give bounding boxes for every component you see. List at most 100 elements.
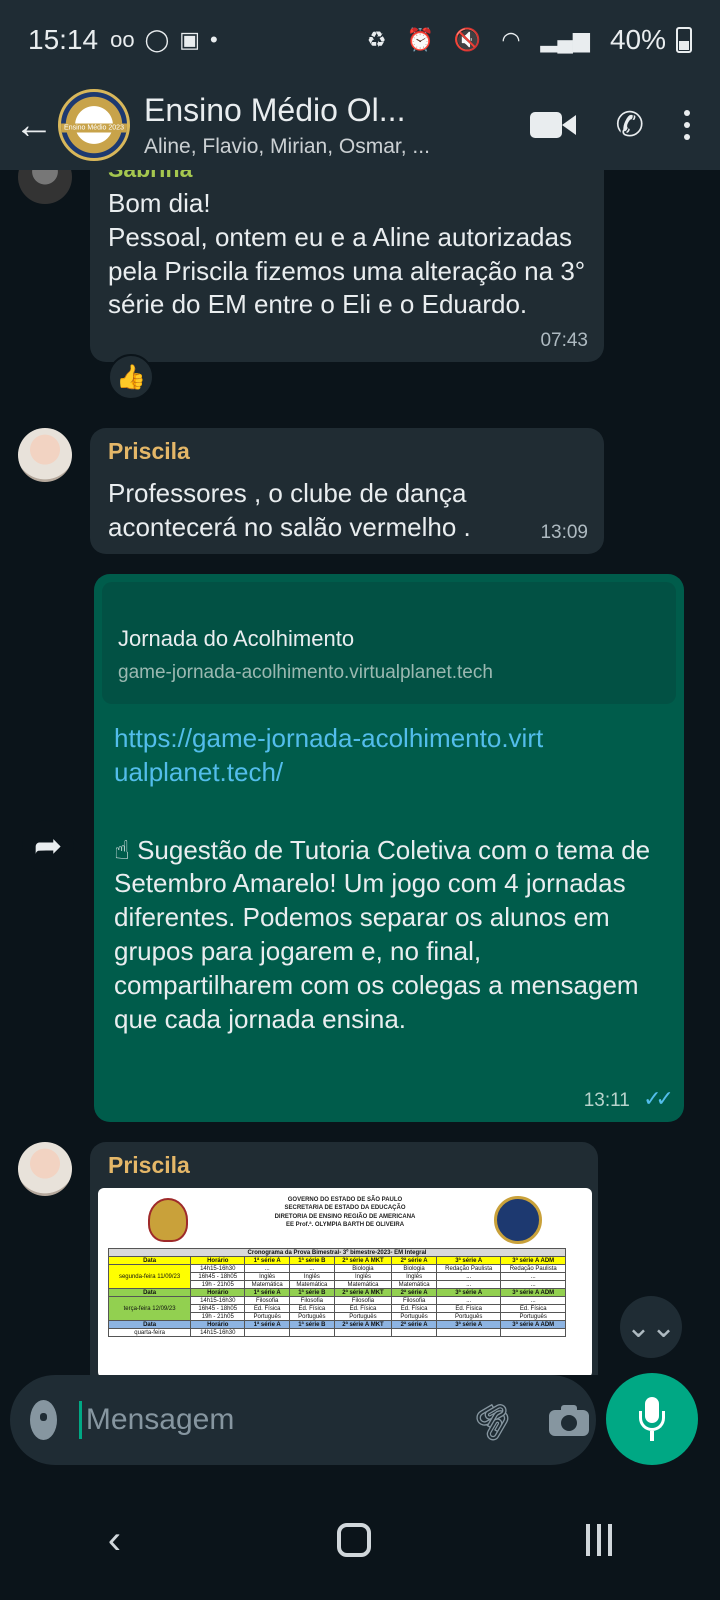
table-cell: Matemática [391, 1280, 437, 1289]
schedule-table: Cronograma da Prova Bimestral- 3º bimest… [107, 1248, 566, 1337]
header-cell: 2ª série A [391, 1320, 437, 1329]
table-cell: Português [391, 1312, 437, 1321]
back-arrow-icon[interactable]: ← [14, 103, 58, 148]
microphone-icon [637, 1397, 667, 1441]
header-cell: Horário [190, 1256, 246, 1265]
nav-recents-icon[interactable] [586, 1524, 613, 1556]
table-cell: 16h45 - 18h05 [190, 1272, 246, 1281]
header-cell: 3ª série A ADM [500, 1288, 566, 1297]
doc-header-line: DIRETORIA DE ENSINO REGIÃO DE AMERICANA [274, 1213, 416, 1220]
table-cell: Inglês [391, 1272, 437, 1281]
sender-avatar[interactable] [18, 170, 72, 204]
doc-header-line: SECRETARIA DE ESTADO DA EDUCAÇÃO [284, 1205, 406, 1212]
message-link[interactable]: https://game-jornada-acolhimento.virtual… [114, 722, 554, 790]
header-cell: 2ª série A [391, 1256, 437, 1265]
table-cell: Redação Paulista [500, 1264, 566, 1273]
forward-icon[interactable]: ➦ [22, 820, 74, 872]
header-cell: Data [107, 1288, 192, 1297]
table-cell: 16h45 - 18h05 [190, 1304, 246, 1313]
whatsapp-icon: ◯ [144, 27, 170, 52]
table-header-row: Data Horário 1ª série A 1ª série B 2ª sé… [107, 1320, 566, 1329]
system-nav-bar: ‹ [0, 1480, 720, 1600]
table-cell: Inglês [289, 1272, 335, 1281]
message-time: 07:43 [540, 330, 588, 351]
message-time: 13:09 [540, 522, 588, 543]
group-avatar[interactable]: Ensino Médio 2023 [58, 89, 130, 161]
message-text: Bom dia! Pessoal, ontem eu e a Aline aut… [108, 187, 586, 322]
table-cell: ... [435, 1272, 502, 1281]
link-preview-domain: game-jornada-acolhimento.virtualplanet.t… [118, 662, 493, 683]
table-cell: ... [435, 1280, 502, 1289]
message-input[interactable] [78, 1401, 472, 1439]
table-cell: ... [289, 1264, 335, 1273]
battery-saver-icon: ♻ [366, 27, 387, 52]
sender-name: Sabrina [108, 170, 586, 183]
phone-call-icon[interactable]: ✆ [616, 105, 645, 145]
sender-avatar[interactable] [18, 1142, 72, 1196]
voice-message-button[interactable] [606, 1373, 698, 1465]
table-cell: Biologia [333, 1264, 393, 1273]
table-title: Cronograma da Prova Bimestral- 3º bimest… [108, 1248, 566, 1257]
attach-icon[interactable]: 🖇 [464, 1391, 523, 1450]
nav-back-icon[interactable]: ‹ [108, 1518, 121, 1563]
table-cell: Português [289, 1312, 335, 1321]
doc-header-line: EE Prof.ª. OLYMPIA BARTH DE OLIVEIRA [285, 1222, 405, 1229]
video-call-icon[interactable] [529, 110, 576, 140]
table-cell: 14h15-16h30 [190, 1264, 246, 1273]
header-cell: 3ª série A ADM [500, 1256, 566, 1265]
link-preview-title: Jornada do Acolhimento [118, 626, 355, 651]
message-time: 13:11 [583, 1090, 630, 1111]
header-cell: 1ª série A [244, 1288, 291, 1297]
header-cell: 3ª série A [435, 1256, 502, 1265]
table-row: terça-feira 12/09/23 14h15-16h30 Filosof… [107, 1296, 566, 1321]
sender-name: Priscila [108, 438, 190, 464]
table-cell: ... [435, 1296, 502, 1305]
table-cell: Inglês [333, 1272, 393, 1281]
table-cell: Português [244, 1312, 291, 1321]
table-cell: ... [500, 1272, 566, 1281]
gallery-icon: ▣ [179, 27, 200, 52]
scroll-to-bottom-icon[interactable]: ⌄⌄ [620, 1296, 682, 1358]
message-line: Pessoal, ontem eu e a Aline autorizadas … [108, 221, 586, 320]
document-header: GOVERNO DO ESTADO DE SÃO PAULO SECRETARI… [98, 1188, 592, 1248]
table-cell [289, 1328, 335, 1337]
table-cell: Matemática [244, 1280, 291, 1289]
table-header-row: Data Horário 1ª série A 1ª série B 2ª sé… [107, 1288, 566, 1297]
reaction-thumbs-up-icon[interactable]: 👍 [108, 354, 154, 400]
table-row: quarta-feira 14h15-16h30 [107, 1328, 566, 1337]
status-bar: 15:14 ᴏᴏ ◯ ▣ • ♻ ⏰ 🔇 ◠ ▂▄▆ 40% [0, 0, 720, 80]
table-cell: Redação Paulista [435, 1264, 502, 1273]
header-cell: Horário [190, 1288, 246, 1297]
header-cell: 3ª série A [435, 1320, 502, 1329]
nav-home-icon[interactable] [336, 1523, 371, 1557]
group-name: Ensino Médio Ol... [144, 91, 406, 128]
message-text: Professores , o clube de dança acontecer… [108, 478, 471, 542]
message-bubble[interactable]: Priscila Professores , o clube de dança … [90, 428, 604, 554]
table-cell [435, 1328, 502, 1337]
message-bubble[interactable]: Sabrina Bom dia! Pessoal, ontem eu e a A… [90, 170, 604, 362]
header-cell: 1ª série A [244, 1256, 291, 1265]
table-cell: Ed. Física [333, 1304, 393, 1313]
voicemail-icon: ᴏᴏ [110, 27, 135, 52]
more-options-icon[interactable] [684, 110, 690, 140]
table-cell: Português [500, 1312, 566, 1321]
header-cell: Data [107, 1320, 192, 1329]
doc-header-line: GOVERNO DO ESTADO DE SÃO PAULO [287, 1197, 403, 1203]
table-cell: Filosofia [391, 1296, 437, 1305]
header-cell: Data [107, 1256, 192, 1265]
table-cell [391, 1328, 437, 1337]
table-cell: 19h - 21h05 [190, 1280, 246, 1289]
chat-area[interactable]: Sabrina Bom dia! Pessoal, ontem eu e a A… [0, 170, 720, 1375]
sender-avatar[interactable] [18, 428, 72, 482]
group-info[interactable]: Ensino Médio Ol... Aline, Flavio, Mirian… [144, 92, 530, 159]
camera-icon[interactable] [549, 1404, 590, 1436]
document-image[interactable]: GOVERNO DO ESTADO DE SÃO PAULO SECRETARI… [98, 1188, 592, 1375]
link-preview-card[interactable]: Jornada do Acolhimento game-jornada-acol… [102, 582, 676, 704]
table-cell: ... [500, 1280, 566, 1289]
table-cell: Ed. Física [244, 1304, 291, 1313]
emoji-icon[interactable] [30, 1400, 57, 1440]
message-text: ☝ Sugestão de Tutoria Coletiva com o tem… [114, 834, 664, 1037]
outgoing-message-bubble[interactable]: Jornada do Acolhimento game-jornada-acol… [94, 574, 684, 1122]
table-cell: Biologia [391, 1264, 437, 1273]
header-cell: 2ª série A MKT [333, 1320, 393, 1329]
